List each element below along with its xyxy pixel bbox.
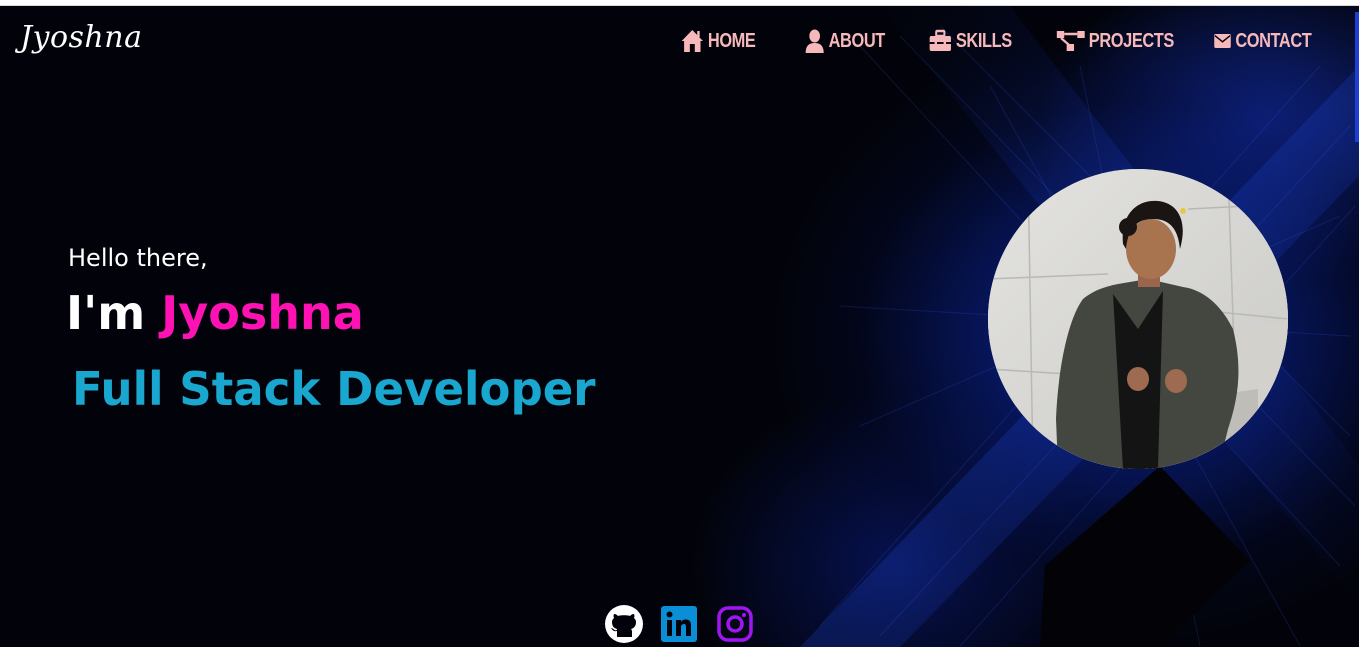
nav-item-label: SKILLS bbox=[955, 29, 1012, 52]
user-icon bbox=[805, 29, 824, 53]
instagram-icon[interactable] bbox=[717, 606, 753, 642]
nav-item-projects[interactable]: PROJECTS bbox=[1056, 28, 1185, 54]
brand-logo[interactable]: Jyoshna bbox=[20, 20, 142, 55]
nav-item-label: ABOUT bbox=[828, 29, 886, 52]
envelope-icon bbox=[1214, 34, 1231, 48]
hero-intro: I'm Jyoshna bbox=[66, 286, 364, 340]
social-links bbox=[604, 604, 753, 644]
nav-item-skills[interactable]: SKILLS bbox=[928, 29, 1033, 53]
hero-role: Full Stack Developer bbox=[72, 362, 596, 416]
nav-item-label: PROJECTS bbox=[1088, 29, 1175, 52]
hero-intro-prefix: I'm bbox=[66, 286, 146, 340]
linkedin-icon[interactable] bbox=[661, 606, 697, 642]
nav-item-label: CONTACT bbox=[1235, 29, 1312, 52]
hero-greeting: Hello there, bbox=[68, 244, 208, 272]
nav-item-label: HOME bbox=[707, 29, 756, 52]
home-icon bbox=[681, 30, 703, 52]
nav-item-home[interactable]: HOME bbox=[680, 28, 782, 54]
profile-photo bbox=[988, 169, 1288, 469]
nav-item-about[interactable]: ABOUT bbox=[804, 28, 906, 54]
profile-photo-illustration bbox=[988, 169, 1288, 469]
scrollbar-thumb[interactable] bbox=[1355, 12, 1359, 142]
github-icon[interactable] bbox=[604, 604, 644, 644]
project-diagram-icon bbox=[1056, 31, 1085, 51]
main-nav: HOME ABOUT SKILLS PROJECTS CONTACT bbox=[680, 28, 1333, 54]
toolbox-icon bbox=[929, 29, 951, 51]
nav-item-contact[interactable]: CONTACT bbox=[1213, 29, 1312, 53]
hero-name: Jyoshna bbox=[161, 286, 364, 340]
